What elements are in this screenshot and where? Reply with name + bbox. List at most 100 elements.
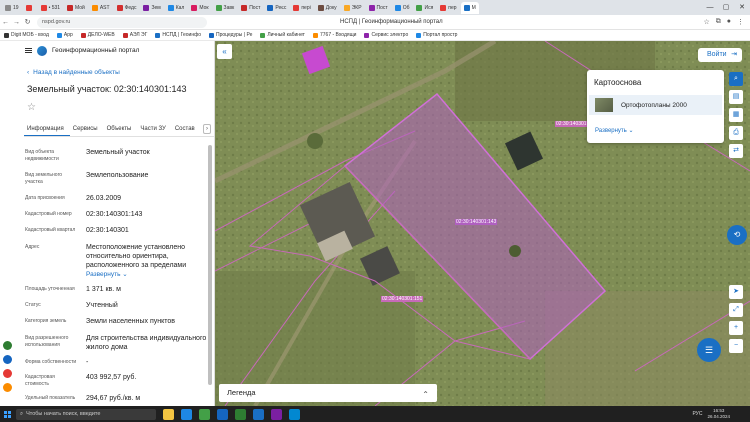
tabs-scroll-right-icon[interactable]: › [203, 124, 211, 134]
share-icon[interactable]: ⇄ [729, 144, 743, 158]
maximize-icon[interactable]: ▢ [718, 0, 734, 15]
red-app-icon[interactable] [3, 369, 12, 378]
browser-tab[interactable]: ЭКР [341, 2, 365, 14]
info-tab[interactable]: Сервисы [70, 123, 104, 136]
panel-scrollbar[interactable] [208, 145, 212, 385]
tab-favicon-icon [317, 4, 324, 11]
bookmark-item[interactable]: НСПД | Геоинфо [155, 32, 201, 38]
chrome-icon[interactable] [199, 408, 210, 420]
browser-tab[interactable]: • 531 [38, 2, 63, 14]
menu-icon[interactable]: ⋮ [737, 18, 744, 26]
info-tab[interactable]: Состав [172, 123, 201, 136]
app-icon-blue[interactable] [289, 408, 300, 420]
profile-icon[interactable]: ● [727, 18, 731, 26]
info-tab[interactable]: Объекты [104, 123, 138, 136]
bookmark-item[interactable]: Digit МОБ - вход [4, 32, 49, 38]
info-tab[interactable]: Части ЗУ [137, 123, 171, 136]
hamburger-menu-icon[interactable] [25, 48, 32, 53]
search-tool-icon[interactable]: ⌕ [729, 72, 743, 86]
browser-tab[interactable]: Мок [188, 2, 211, 14]
tab-label: Федс [124, 4, 137, 11]
attribute-value-text: Землепользование [86, 172, 149, 179]
bookmark-item[interactable]: Процедуры | Ре [209, 32, 252, 38]
fullscreen-icon[interactable]: ⤢ [729, 303, 743, 317]
yandex-icon[interactable] [253, 408, 264, 420]
basemap-expand-link[interactable]: Развернуть ⌄ [595, 127, 634, 134]
taskbar-search[interactable]: ⌕ Чтобы начать поиск, введите [16, 408, 156, 420]
browser-tab[interactable]: Пост [238, 2, 263, 14]
navigation-arrow-icon[interactable]: ➤ [729, 285, 743, 299]
green-app-icon[interactable] [3, 341, 12, 350]
bookmark-label: Digit МОБ - вход [11, 32, 49, 38]
clock[interactable]: 16:53 26.04.2024 [707, 408, 730, 420]
favorite-star-icon[interactable]: ☆ [27, 102, 36, 113]
chat-assistant-icon[interactable]: ☰ [697, 338, 721, 362]
reload-icon[interactable]: ↻ [22, 18, 33, 26]
bookmark-item[interactable]: АЭЛ ЭГ [122, 32, 147, 38]
bookmark-star-icon[interactable]: ☆ [703, 18, 709, 26]
browser-tab[interactable]: пері [290, 2, 313, 14]
edge-icon[interactable] [181, 408, 192, 420]
tab-favicon-icon [241, 4, 248, 11]
collapse-panel-button[interactable]: « [217, 44, 232, 59]
zoom-out-icon[interactable]: − [729, 339, 743, 353]
left-edge-icons [0, 341, 15, 397]
forward-arrow-icon[interactable]: → [11, 19, 22, 26]
browser-tab[interactable]: Завк [213, 2, 238, 14]
browser-tab[interactable]: Ися [413, 2, 436, 14]
extensions-icon[interactable]: ⧉ [716, 18, 721, 26]
bookmark-item[interactable]: Личный кабинет [260, 32, 305, 38]
tab-favicon-icon [116, 4, 123, 11]
back-to-results-link[interactable]: ‹ Назад в найденные объекты [27, 69, 120, 76]
tab-favicon-icon [167, 4, 174, 11]
info-tab[interactable]: Информация [24, 123, 70, 136]
app-icon-purple[interactable] [271, 408, 282, 420]
back-arrow-icon[interactable]: ← [0, 19, 11, 26]
bookmark-item[interactable]: App [56, 32, 73, 38]
close-icon[interactable]: ✕ [734, 0, 750, 15]
map-tools-bottom: ➤ ⤢ + − [729, 285, 743, 357]
basemap-option-orthophoto[interactable]: Ортофотопланы 2000 [589, 95, 722, 115]
bookmark-item[interactable]: Портал простр [416, 32, 457, 38]
url-field[interactable]: nspd.gov.ru [37, 16, 207, 28]
browser-tab[interactable]: Мой [64, 2, 88, 14]
layers-icon[interactable]: ▤ [729, 90, 743, 104]
bookmark-item[interactable]: 7767 - Входящи [312, 32, 356, 38]
bookmark-item[interactable]: ДЕЛО-WEB [80, 32, 115, 38]
bookmark-favicon-icon [260, 32, 266, 38]
file-explorer-icon[interactable] [163, 408, 174, 420]
blue-app-icon[interactable] [3, 355, 12, 364]
browser-tab[interactable]: AST [89, 2, 113, 14]
attribute-label: Категория земель [25, 318, 67, 324]
word-icon[interactable] [217, 408, 228, 420]
windows-start-icon[interactable] [0, 406, 14, 422]
attribute-value-text: Земельный участок [86, 149, 150, 156]
browser-tab[interactable]: Зем [140, 2, 163, 14]
legend-bar[interactable]: Легенда [219, 384, 437, 404]
browser-tab[interactable]: Реєс [264, 2, 289, 14]
browser-tab[interactable] [23, 2, 37, 14]
browser-tab[interactable]: пер [437, 2, 459, 14]
bookmark-item[interactable]: Сервис электро [364, 32, 408, 38]
zoom-in-icon[interactable]: + [729, 321, 743, 335]
services-fab-icon[interactable]: ⟲ [727, 225, 747, 245]
minimize-icon[interactable]: — [702, 0, 718, 15]
tab-label: пер [448, 4, 457, 11]
basemap-icon[interactable]: ▦ [729, 108, 743, 122]
orange-app-icon[interactable] [3, 383, 12, 392]
print-icon[interactable]: ⎙ [729, 126, 743, 140]
browser-tab[interactable]: Пост [366, 2, 391, 14]
browser-tab[interactable]: Об [392, 2, 413, 14]
browser-tab[interactable]: М [460, 1, 479, 14]
browser-tab[interactable]: Доку [315, 2, 340, 14]
login-button[interactable]: Войти [698, 48, 742, 62]
chevron-left-icon: ‹ [27, 69, 30, 76]
excel-icon[interactable] [235, 408, 246, 420]
tray-lang[interactable]: РУС [692, 411, 702, 417]
expand-address-link[interactable]: Развернуть ⌄ [86, 271, 128, 278]
bookmark-label: ДЕЛО-WEB [87, 32, 115, 38]
browser-tab[interactable]: Федс [114, 2, 140, 14]
tab-favicon-icon [463, 4, 470, 11]
browser-tab[interactable]: Кал [165, 2, 188, 14]
browser-tab[interactable]: 19 [2, 2, 22, 14]
